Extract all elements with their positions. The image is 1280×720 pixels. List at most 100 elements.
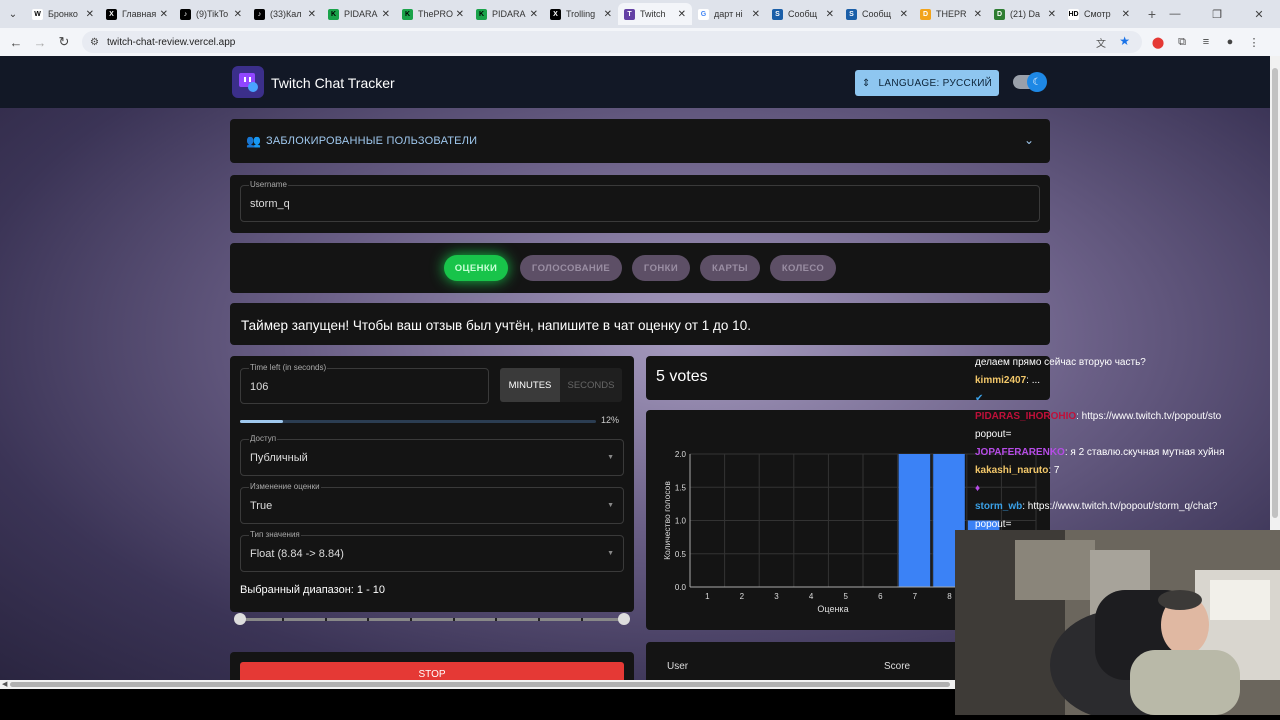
- mode-cards[interactable]: КАРТЫ: [700, 255, 760, 281]
- site-info-icon[interactable]: ⚙: [90, 37, 99, 48]
- tab-close-icon[interactable]: ✕: [604, 9, 612, 20]
- back-icon[interactable]: ←: [4, 35, 28, 50]
- browser-tab[interactable]: D THEPR ✕: [914, 3, 988, 25]
- maximize-icon[interactable]: ❐: [1196, 8, 1238, 21]
- browser-tab[interactable]: T Twitch ✕: [618, 3, 692, 25]
- tab-close-icon[interactable]: ✕: [382, 9, 390, 20]
- browser-tab[interactable]: K PIDARA ✕: [470, 3, 544, 25]
- username-label: Username: [249, 180, 288, 189]
- webcam-overlay: [955, 530, 1280, 715]
- scroll-left-arrow-icon[interactable]: ◀: [2, 680, 7, 688]
- mode-voting[interactable]: ГОЛОСОВАНИЕ: [520, 255, 622, 281]
- window-controls: — ❐ ✕: [1154, 0, 1280, 28]
- tab-close-icon[interactable]: ✕: [974, 9, 982, 20]
- tab-close-icon[interactable]: ✕: [308, 9, 316, 20]
- access-select[interactable]: Доступ Публичный ▼: [240, 434, 624, 476]
- unfold-icon: ⇕: [861, 77, 871, 89]
- browser-tab[interactable]: ♪ (33)Кал ✕: [248, 3, 322, 25]
- chart-x-tick-label: 1: [705, 592, 710, 601]
- chart-x-axis-label: Оценка: [817, 604, 848, 614]
- stop-button[interactable]: STOP: [240, 662, 624, 680]
- dropdown-arrow-icon: ▼: [607, 454, 614, 461]
- tab-close-icon[interactable]: ✕: [530, 9, 538, 20]
- tab-close-icon[interactable]: ✕: [160, 9, 168, 20]
- browser-tab[interactable]: X Главная ✕: [100, 3, 174, 25]
- extensions-icon[interactable]: ⧉: [1170, 36, 1194, 49]
- tab-close-icon[interactable]: ✕: [456, 9, 464, 20]
- translate-icon[interactable]: 文: [1096, 35, 1106, 50]
- slider-tick: [495, 618, 497, 621]
- tab-favicon-icon: K: [476, 8, 487, 20]
- tab-search-button[interactable]: ⌄: [0, 0, 26, 28]
- range-slider-max-handle[interactable]: [618, 613, 630, 625]
- tab-close-icon[interactable]: ✕: [752, 9, 760, 20]
- forward-icon[interactable]: →: [28, 35, 52, 50]
- tab-title: дарт ні: [714, 9, 743, 19]
- tab-title: Сообщ: [788, 9, 818, 19]
- adblock-icon[interactable]: ⬤: [1146, 36, 1170, 49]
- scrollbar-thumb[interactable]: [1272, 68, 1278, 518]
- range-slider[interactable]: [234, 613, 630, 625]
- access-label: Доступ: [249, 434, 278, 443]
- mode-ratings[interactable]: ОЦЕНКИ: [444, 255, 508, 281]
- close-window-icon[interactable]: ✕: [1238, 8, 1280, 21]
- tab-close-icon[interactable]: ✕: [678, 9, 686, 20]
- chat-message: делаем прямо сейчас вторую часть?: [975, 354, 1270, 372]
- rating-change-select[interactable]: Изменение оценки True ▼: [240, 482, 624, 524]
- screen: ⌄ W Бронко ✕ X Главная ✕ ♪ (9)TikTo ✕ ♪ (33)Кал ✕ K P…: [0, 0, 1280, 720]
- time-unit-toggle: MINUTES SECONDS: [500, 368, 622, 402]
- chat-text: ✔: [975, 393, 984, 404]
- scrollbar-thumb[interactable]: [10, 682, 950, 687]
- blocked-users-label: ЗАБЛОКИРОВАННЫЕ ПОЛЬЗОВАТЕЛИ: [266, 135, 478, 147]
- table-header-user: User: [667, 661, 689, 672]
- dropdown-arrow-icon: ▼: [607, 550, 614, 557]
- chart-x-tick-label: 7: [913, 592, 918, 601]
- users-icon: 👥: [246, 134, 261, 148]
- moon-icon: ☾: [1027, 72, 1047, 92]
- language-button[interactable]: ⇕ LANGUAGE: РУССКИЙ: [855, 70, 999, 96]
- browser-tab[interactable]: W Бронко ✕: [26, 3, 100, 25]
- browser-tab[interactable]: ♪ (9)TikTo ✕: [174, 3, 248, 25]
- browser-tab[interactable]: D (21) Da ✕: [988, 3, 1062, 25]
- minutes-button[interactable]: MINUTES: [500, 368, 560, 402]
- slider-tick: [581, 618, 583, 621]
- chart-x-tick-label: 8: [947, 592, 952, 601]
- theme-toggle[interactable]: ☾: [1013, 72, 1047, 92]
- range-label: Выбранный диапазон:: [240, 584, 354, 596]
- mode-selector: ОЦЕНКИ ГОЛОСОВАНИЕ ГОНКИ КАРТЫ КОЛЕСО: [230, 243, 1050, 293]
- username-field[interactable]: Username storm_q: [240, 180, 1040, 222]
- value-type-select[interactable]: Тип значения Float (8.84 -> 8.84) ▼: [240, 530, 624, 572]
- tab-close-icon[interactable]: ✕: [86, 9, 94, 20]
- reload-icon[interactable]: ↻: [52, 34, 76, 50]
- blocked-users-accordion[interactable]: 👥 ЗАБЛОКИРОВАННЫЕ ПОЛЬЗОВАТЕЛИ ⌄: [230, 119, 1050, 163]
- chat-message: ✔: [975, 390, 1270, 408]
- address-bar[interactable]: ⚙ twitch-chat-review.vercel.app 文 ★: [82, 31, 1142, 53]
- time-progress-percent: 12%: [601, 415, 620, 425]
- time-left-field[interactable]: Time left (in seconds) 106: [240, 363, 489, 404]
- tab-close-icon[interactable]: ✕: [900, 9, 908, 20]
- mode-wheel[interactable]: КОЛЕСО: [770, 255, 836, 281]
- mode-races[interactable]: ГОНКИ: [632, 255, 690, 281]
- browser-tab[interactable]: K PIDARA ✕: [322, 3, 396, 25]
- chart-x-tick-label: 4: [809, 592, 814, 601]
- browser-tab[interactable]: K ThePRO ✕: [396, 3, 470, 25]
- bookmark-star-icon[interactable]: ★: [1119, 34, 1130, 48]
- browser-menu-icon[interactable]: ⋮: [1242, 36, 1266, 49]
- tab-close-icon[interactable]: ✕: [234, 9, 242, 20]
- profile-avatar-icon[interactable]: ●: [1218, 36, 1242, 48]
- browser-tab[interactable]: S Сообщ ✕: [840, 3, 914, 25]
- tab-title: (33)Кал: [270, 9, 302, 19]
- tab-close-icon[interactable]: ✕: [826, 9, 834, 20]
- minimize-icon[interactable]: —: [1154, 8, 1196, 20]
- browser-tab[interactable]: Gдарт ні ✕: [692, 3, 766, 25]
- range-slider-min-handle[interactable]: [234, 613, 246, 625]
- chat-text: : ...: [1026, 375, 1041, 386]
- tab-close-icon[interactable]: ✕: [1048, 9, 1056, 20]
- browser-tab[interactable]: S Сообщ ✕: [766, 3, 840, 25]
- browser-tab[interactable]: HD Смотр ✕: [1062, 3, 1136, 25]
- reading-list-icon[interactable]: ≡: [1194, 36, 1218, 48]
- browser-tab[interactable]: X Trolling ✕: [544, 3, 618, 25]
- seconds-button[interactable]: SECONDS: [560, 368, 622, 402]
- page-horizontal-scrollbar[interactable]: ◀: [0, 680, 955, 689]
- tab-close-icon[interactable]: ✕: [1122, 9, 1130, 20]
